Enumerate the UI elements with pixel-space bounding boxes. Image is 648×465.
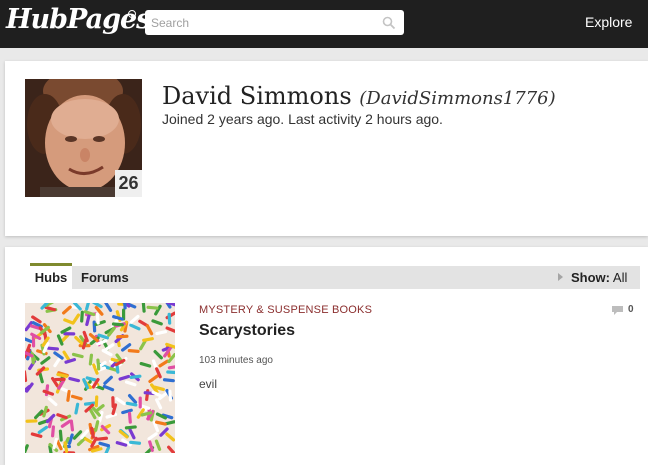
profile-activity-meta: Joined 2 years ago. Last activity 2 hour… — [162, 111, 443, 127]
show-filter-label: Show: — [571, 270, 610, 285]
search-input[interactable] — [151, 15, 371, 30]
hub-timestamp: 103 minutes ago — [199, 355, 273, 366]
tab-hubs[interactable]: Hubs — [30, 263, 72, 289]
hubpages-logo[interactable]: HubPages — [6, 4, 151, 35]
comment-count[interactable]: 0 — [628, 304, 634, 315]
profile-card: 26 David Simmons (DavidSimmons1776) Join… — [5, 61, 648, 236]
hub-summary: evil — [199, 377, 218, 391]
tab-forums[interactable]: Forums — [81, 266, 129, 289]
search-icon[interactable] — [382, 16, 396, 30]
hubber-score-badge: 26 — [115, 170, 142, 197]
registered-mark-icon — [128, 10, 136, 18]
search-box[interactable] — [145, 10, 404, 35]
hub-title-link[interactable]: Scarystories — [199, 322, 295, 340]
comment-icon[interactable] — [611, 305, 624, 316]
profile-name: David Simmons (DavidSimmons1776) — [162, 82, 556, 110]
hub-thumbnail[interactable] — [25, 303, 175, 453]
hub-category-link[interactable]: MYSTERY & SUSPENSE BOOKS — [199, 304, 372, 316]
profile-tab-bar: Hubs Forums Show: All — [30, 263, 640, 289]
show-arrow-icon — [558, 273, 563, 281]
display-name: David Simmons — [162, 82, 352, 110]
username-handle: (DavidSimmons1776) — [359, 88, 556, 109]
explore-link[interactable]: Explore — [585, 14, 632, 30]
top-nav-bar: HubPages Explore — [0, 0, 648, 48]
hubs-card: Hubs Forums Show: All MYSTERY & SUSPENSE… — [5, 247, 648, 465]
show-filter-value: All — [612, 270, 628, 285]
avatar[interactable]: 26 — [25, 79, 142, 197]
show-filter-dropdown[interactable]: Show: All — [571, 266, 627, 289]
sprinkles-image — [25, 303, 175, 453]
